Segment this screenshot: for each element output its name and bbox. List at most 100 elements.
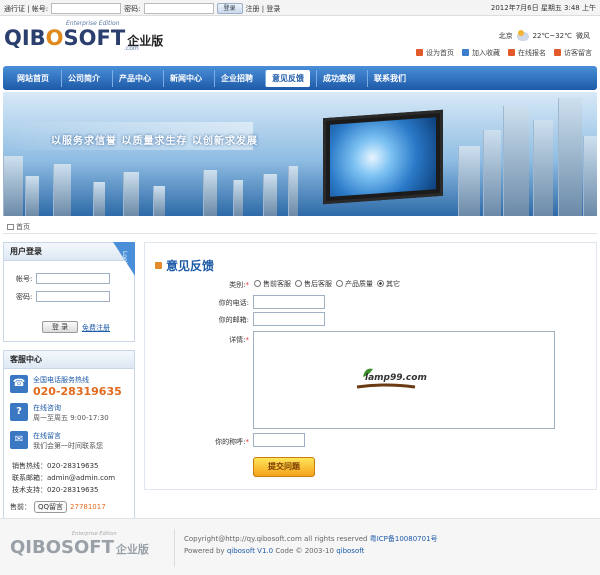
globe-screen (330, 117, 436, 197)
password-label: 密码: (124, 4, 141, 13)
favorite-link[interactable]: 加入收藏 (462, 48, 500, 58)
weather-wind: 微风 (576, 32, 590, 40)
logo-com: .com (124, 45, 139, 52)
email-line: 联系邮箱：admin@admin.com (12, 474, 116, 482)
home-icon (7, 224, 14, 230)
top-bar: 通行证 | 帐号: 密码: 登录 注册 | 登录 2012年7月6日 星期五 3… (0, 0, 600, 16)
site-logo[interactable]: QIBOSOFT 企业版 Enterprise Edition .com (4, 20, 163, 62)
question-icon: ? (10, 403, 28, 421)
footer: Enterprise Edition QIBOSOFT 企业版 Copyright… (0, 518, 600, 575)
password-input[interactable] (143, 3, 214, 14)
star-icon (462, 49, 469, 56)
building-11 (458, 146, 480, 216)
building-7 (203, 170, 217, 216)
building-5 (123, 172, 139, 216)
footer-copyright: Copyright@http://qy.qibosoft.com all rig… (184, 535, 438, 543)
nav-products[interactable]: 产品中心 (112, 69, 157, 87)
login-user-row: 帐号: (16, 273, 111, 284)
nav-contact[interactable]: 联系我们 (367, 69, 412, 87)
hotline-item: ☎ 全国电话服务热线 020-28319635 (10, 375, 122, 398)
tech-line: 技术支持：020-28319635 (12, 486, 99, 494)
login-user-label: 帐号: (16, 274, 33, 283)
feedback-title: 意见反馈 (155, 257, 214, 274)
main-nav: 网站首页 公司简介 产品中心 新闻中心 企业招聘 意见反馈 成功案例 联系我们 (3, 66, 597, 90)
consult-label: 在线咨询 (33, 404, 61, 412)
type-aftersale[interactable]: 售后客服 (295, 279, 332, 289)
login-button[interactable]: 登 录 (42, 321, 78, 333)
building-15 (558, 98, 582, 216)
email-input[interactable] (253, 312, 325, 326)
detail-label: 详情:* (229, 336, 249, 344)
radio-icon (295, 280, 302, 287)
radio-icon (336, 280, 343, 287)
feedback-panel: 意见反馈 类别:* 售前客服 售后客服 产品质量 其它 你的电话: 你的邮箱: … (144, 242, 597, 490)
phone-label: 你的电话: (218, 299, 249, 307)
name-label: 你的称呼:* (215, 438, 249, 446)
powered-link[interactable]: qibosoft V1.0 (227, 547, 273, 555)
footer-logo: QIBOSOFT 企业版 (10, 537, 149, 558)
nav-news[interactable]: 新闻中心 (163, 69, 208, 87)
icp-link[interactable]: 粤ICP备10080701号 (370, 535, 438, 543)
qq-number: 27781017 (70, 503, 106, 511)
service-title: 客服中心 (4, 351, 134, 369)
qq-row: 售前： QQ留言 27781017 (10, 501, 106, 513)
type-other[interactable]: 其它 (377, 279, 400, 289)
building-1 (3, 156, 23, 216)
type-presale[interactable]: 售前客服 (254, 279, 291, 289)
signup-link[interactable]: 在线报名 (508, 48, 546, 58)
building-12 (483, 130, 501, 216)
logo-text-a: QIB (4, 26, 46, 50)
account-input[interactable] (51, 3, 122, 14)
login-box: 用户登录 Login 帐号: 密码: 登 录 免费注册 (3, 242, 135, 342)
message-item[interactable]: ✉ 在线留言 我们会第一时间联系您 (10, 431, 103, 451)
consult-item[interactable]: ? 在线咨询周一至周五 9:00-17:30 (10, 403, 109, 423)
service-box: 客服中心 ☎ 全国电话服务热线 020-28319635 ? 在线咨询周一至周五 … (3, 350, 135, 540)
building-2 (25, 176, 39, 216)
name-input[interactable] (253, 433, 305, 447)
set-home-link[interactable]: 设为首页 (416, 48, 454, 58)
building-4 (93, 182, 105, 216)
weather-city: 北京 (498, 32, 513, 40)
top-login-button[interactable]: 登录 (216, 3, 243, 14)
building-10 (288, 166, 298, 216)
login-pass-label: 密码: (16, 292, 33, 301)
submit-button[interactable]: 提交问题 (253, 457, 315, 477)
guestbook-link[interactable]: 访客留言 (554, 48, 592, 58)
building-3 (53, 164, 71, 216)
qq-message-button[interactable]: QQ留言 (34, 501, 68, 513)
nav-feedback[interactable]: 意见反馈 (265, 69, 310, 87)
watermark-text: lamp99.com (365, 373, 427, 383)
login-pass-row: 密码: (16, 291, 111, 302)
sales-line: 销售热线：020-28319635 (12, 462, 99, 470)
breadcrumb: 首页 (3, 220, 597, 234)
code-link[interactable]: qibosoft (336, 547, 364, 555)
weather-cloud-icon (516, 29, 529, 41)
form-icon (508, 49, 515, 56)
nav-home[interactable]: 网站首页 (11, 70, 55, 87)
message-sub: 我们会第一时间联系您 (33, 442, 103, 450)
sidebar: 用户登录 Login 帐号: 密码: 登 录 免费注册 客服中心 ☎ 全国电话服… (3, 242, 135, 548)
footer-powered: Powered by qibosoft V1.0 Code © 2003-10 … (184, 547, 365, 555)
mail-icon: ✉ (10, 431, 28, 449)
weather-widget: 北京 22℃~32℃ 微风 (498, 29, 590, 41)
breadcrumb-home[interactable]: 首页 (16, 223, 30, 231)
type-radio-group: 售前客服 售后客服 产品质量 其它 (254, 279, 400, 289)
quick-links: 设为首页 加入收藏 在线报名 访客留言 (416, 48, 592, 58)
type-quality[interactable]: 产品质量 (336, 279, 373, 289)
free-register-link[interactable]: 免费注册 (82, 323, 110, 333)
nav-jobs[interactable]: 企业招聘 (214, 69, 259, 87)
building-6 (153, 186, 165, 216)
watermark-logo: lamp99.com (355, 363, 427, 393)
login-user-input[interactable] (36, 273, 111, 284)
date-text: 2012年7月6日 星期五 3:48 上午 (490, 4, 596, 12)
nav-cases[interactable]: 成功案例 (316, 69, 361, 87)
nav-about[interactable]: 公司简介 (61, 69, 106, 87)
banner-slogan: 以服务求信誉 以质量求生存 以创新求发展 (51, 136, 258, 147)
login-pass-input[interactable] (36, 291, 111, 302)
consult-time: 周一至周五 9:00-17:30 (33, 414, 109, 422)
title-bullet-icon (155, 262, 162, 269)
phone-icon: ☎ (10, 375, 28, 393)
phone-input[interactable] (253, 295, 325, 309)
email-label: 你的邮箱: (218, 316, 249, 324)
register-link[interactable]: 注册 | 登录 (246, 4, 281, 14)
